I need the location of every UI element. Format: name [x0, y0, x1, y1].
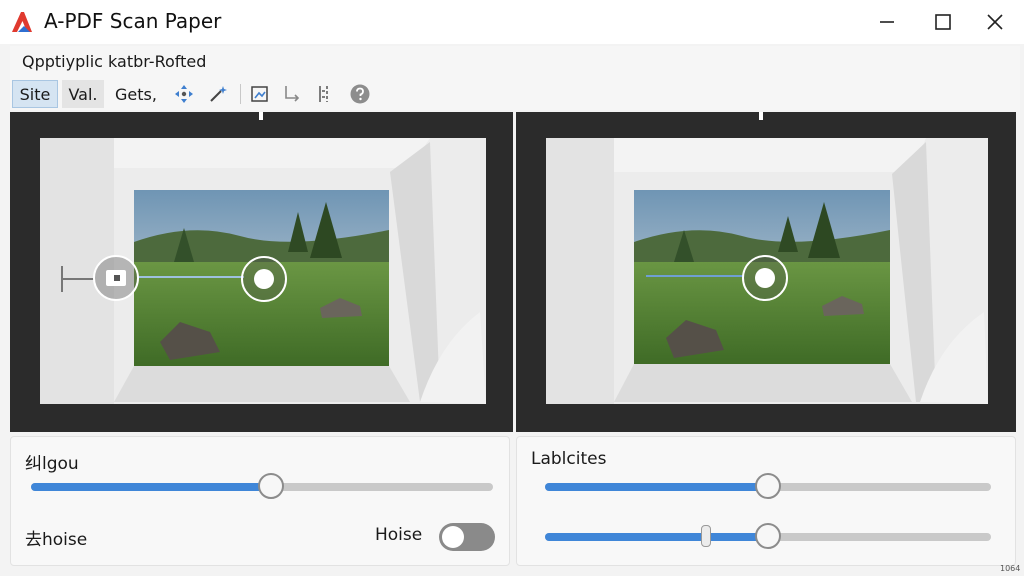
- magic-wand-icon: [210, 86, 227, 102]
- calibrate-label: Lablcites: [531, 449, 607, 469]
- processed-scan-image: [516, 112, 1016, 432]
- noise-toggle-label: Hoise: [375, 525, 423, 545]
- val-button[interactable]: Val.: [62, 80, 104, 108]
- toolbar: Site Val. Gets,: [10, 78, 1020, 110]
- app-logo-icon: [12, 12, 32, 32]
- close-button[interactable]: [970, 0, 1020, 44]
- maximize-icon: [935, 14, 951, 30]
- move-arrows-icon: [175, 85, 193, 103]
- secondary-slider[interactable]: [545, 523, 991, 551]
- maximize-button[interactable]: [918, 0, 968, 44]
- slider-fill: [545, 483, 768, 491]
- magic-wand-button[interactable]: [204, 80, 232, 108]
- original-preview-pane: [10, 112, 513, 432]
- calibrate-panel: Lablcites: [516, 436, 1016, 566]
- title-bar: A-PDF Scan Paper: [0, 0, 1024, 44]
- slider-thumb[interactable]: [258, 473, 285, 499]
- split-button[interactable]: [310, 80, 338, 108]
- calibrate-slider[interactable]: [545, 473, 991, 501]
- toolbar-separator: [240, 84, 241, 104]
- original-scan-image: [10, 112, 513, 432]
- window-title: A-PDF Scan Paper: [44, 9, 222, 33]
- denoise-label: 去hoise: [25, 530, 88, 550]
- algorithm-label: 纠lgou: [25, 454, 79, 474]
- crop-button[interactable]: [246, 80, 274, 108]
- gets-button[interactable]: Gets,: [110, 80, 162, 108]
- noise-toggle[interactable]: [439, 523, 495, 551]
- help-button[interactable]: [346, 80, 374, 108]
- move-arrows-button[interactable]: [170, 80, 198, 108]
- return-arrow-icon: [285, 86, 300, 102]
- processed-preview-pane: [516, 112, 1016, 432]
- crop-icon: [251, 86, 268, 102]
- minimize-icon: [880, 21, 894, 23]
- algorithm-slider[interactable]: [31, 473, 493, 501]
- site-button[interactable]: Site: [12, 80, 58, 108]
- slider-marker[interactable]: [700, 525, 711, 547]
- slider-fill: [31, 483, 272, 491]
- close-icon: [987, 14, 1003, 30]
- document-subtitle: Qpptiyplic katbr-Rofted: [22, 52, 207, 71]
- toggle-knob: [442, 526, 464, 548]
- slider-fill: [545, 533, 768, 541]
- menu-strip: Qpptiyplic katbr-Rofted: [10, 46, 1020, 80]
- split-icon: [319, 86, 328, 102]
- corner-text: 1064: [1000, 564, 1021, 573]
- slider-thumb[interactable]: [755, 523, 781, 549]
- slider-thumb[interactable]: [755, 473, 781, 499]
- pane-divider[interactable]: [513, 112, 516, 432]
- minimize-button[interactable]: [862, 0, 912, 44]
- help-icon: [350, 84, 370, 104]
- algorithm-panel: 纠lgou 去hoise Hoise: [10, 436, 510, 566]
- return-arrow-button[interactable]: [278, 80, 306, 108]
